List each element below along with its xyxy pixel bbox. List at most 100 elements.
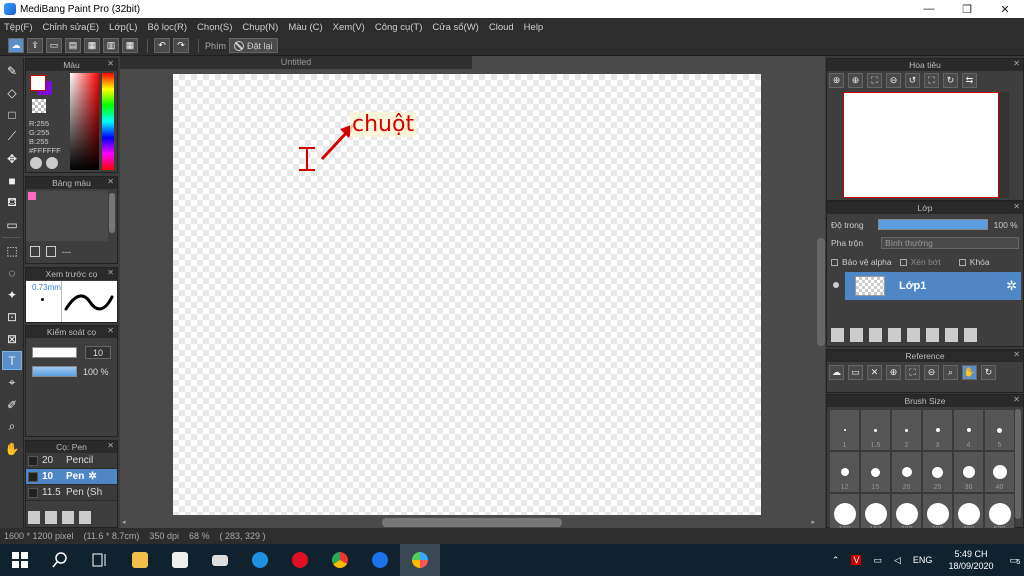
brush-item-pencil[interactable]: 20 Pencil bbox=[26, 453, 117, 469]
panel-close-icon[interactable]: ✕ bbox=[107, 177, 114, 186]
text-tool-icon[interactable]: T bbox=[2, 351, 22, 370]
brush-opacity-slider[interactable] bbox=[32, 366, 77, 377]
select-rect-tool-icon[interactable]: ⬚ bbox=[2, 241, 22, 260]
panel-close-icon[interactable]: ✕ bbox=[107, 268, 114, 277]
panel-close-icon[interactable]: ✕ bbox=[107, 326, 114, 335]
brush-size-cell[interactable]: 25 bbox=[922, 451, 953, 493]
brush-item-pen-shape[interactable]: 11.5 Pen (Sh bbox=[26, 485, 117, 501]
volume-icon[interactable]: ◁ bbox=[894, 555, 901, 566]
eyedropper-icon[interactable]: ⌕ bbox=[943, 365, 958, 380]
panel-close-icon[interactable]: ✕ bbox=[107, 441, 114, 450]
document-icon[interactable]: ▦ bbox=[84, 38, 100, 53]
scroll-left-icon[interactable]: ◂ bbox=[122, 518, 126, 526]
brush-size-slider[interactable] bbox=[32, 347, 77, 358]
menu-snap[interactable]: Chụp(N) bbox=[242, 22, 278, 33]
menu-help[interactable]: Help bbox=[524, 22, 544, 33]
mail-icon[interactable] bbox=[200, 544, 240, 576]
file-explorer-icon[interactable] bbox=[120, 544, 160, 576]
zalo-icon[interactable] bbox=[360, 544, 400, 576]
menu-layer[interactable]: Lớp(L) bbox=[109, 22, 137, 33]
brush-size-cell[interactable]: 15 bbox=[860, 451, 891, 493]
layer-item[interactable]: Lớp1 ✲ bbox=[845, 272, 1021, 300]
opera-icon[interactable] bbox=[280, 544, 320, 576]
brush-size-cell[interactable]: 3 bbox=[922, 409, 953, 451]
lasso-tool-icon[interactable]: ◌ bbox=[2, 263, 22, 282]
rotate-icon[interactable]: ↻ bbox=[981, 365, 996, 380]
hue-slider[interactable] bbox=[102, 73, 114, 170]
redo-icon[interactable]: ↷ bbox=[173, 38, 189, 53]
brush-size-cell[interactable]: 5 bbox=[984, 409, 1015, 451]
brush-size-value[interactable]: 10 bbox=[85, 346, 111, 359]
antivirus-icon[interactable]: V bbox=[851, 555, 862, 565]
cloud-icon[interactable]: ☁ bbox=[8, 38, 24, 53]
new-8bit-layer-icon[interactable] bbox=[869, 328, 882, 342]
comment-icon[interactable]: ▭ bbox=[46, 38, 62, 53]
menu-file[interactable]: Tệp(F) bbox=[4, 22, 33, 33]
language-indicator[interactable]: ENG bbox=[913, 555, 933, 565]
brush-settings-icon[interactable] bbox=[79, 511, 91, 524]
panel-close-icon[interactable]: ✕ bbox=[1013, 59, 1020, 68]
palette-color-swatch[interactable] bbox=[28, 192, 36, 200]
rotate-left-icon[interactable]: ↺ bbox=[905, 73, 920, 88]
panel-close-icon[interactable]: ✕ bbox=[1013, 350, 1020, 359]
panel-close-icon[interactable]: ✕ bbox=[107, 59, 114, 68]
message-icon[interactable]: ▤ bbox=[65, 38, 81, 53]
foreground-color-swatch[interactable] bbox=[30, 75, 46, 91]
new-layer-icon[interactable] bbox=[831, 328, 844, 342]
edge-icon[interactable] bbox=[240, 544, 280, 576]
brush-tool-icon[interactable]: ✎ bbox=[2, 61, 22, 80]
brush-size-cell[interactable]: 20 bbox=[891, 451, 922, 493]
chevron-up-icon[interactable]: ⌃ bbox=[832, 555, 840, 566]
hand-icon[interactable]: ✋ bbox=[962, 365, 977, 380]
add-palette-icon[interactable] bbox=[30, 246, 40, 257]
fill-rect-tool-icon[interactable]: ■ bbox=[2, 171, 22, 190]
page-icon[interactable]: ▥ bbox=[103, 38, 119, 53]
brush-size-cell[interactable]: 1 bbox=[829, 409, 860, 451]
menu-color[interactable]: Màu (C) bbox=[288, 22, 322, 33]
brush-size-cell[interactable]: 12 bbox=[829, 451, 860, 493]
brush-menu-icon[interactable] bbox=[62, 511, 74, 524]
delete-palette-icon[interactable] bbox=[46, 246, 56, 257]
gradient-tool-icon[interactable]: ▭ bbox=[2, 215, 22, 234]
chrome-icon[interactable] bbox=[320, 544, 360, 576]
gear-icon[interactable]: ✲ bbox=[1006, 278, 1017, 294]
lock-checkbox[interactable] bbox=[958, 258, 966, 266]
menu-window[interactable]: Cửa sổ(W) bbox=[432, 22, 478, 33]
brush-item-pen[interactable]: 10 Pen ✲ bbox=[26, 469, 117, 485]
navigator-preview[interactable] bbox=[843, 92, 999, 198]
add-layer-menu-icon[interactable] bbox=[888, 328, 901, 342]
search-icon[interactable] bbox=[40, 544, 80, 576]
merge-down-icon[interactable] bbox=[945, 328, 958, 342]
medibang-taskbar-icon[interactable] bbox=[400, 544, 440, 576]
cloud-upload-icon[interactable]: ☁ bbox=[829, 365, 844, 380]
hand-tool-icon[interactable]: ✋ bbox=[2, 439, 22, 458]
palette-scrollbar[interactable] bbox=[109, 193, 115, 233]
menu-tools[interactable]: Công cụ(T) bbox=[375, 22, 423, 33]
brush-size-cell[interactable]: 40 bbox=[984, 451, 1015, 493]
fit-screen-icon[interactable]: ⛶ bbox=[905, 365, 920, 380]
rotate-right-icon[interactable]: ↻ bbox=[943, 73, 958, 88]
rectangle-tool-icon[interactable]: □ bbox=[2, 105, 22, 124]
operation-tool-icon[interactable]: ⌖ bbox=[2, 373, 22, 392]
blend-mode-select[interactable]: Bình thường bbox=[881, 237, 1020, 249]
canvas-vertical-scrollbar[interactable] bbox=[817, 238, 825, 346]
saturation-value-picker[interactable] bbox=[70, 73, 99, 170]
network-icon[interactable]: ▭ bbox=[873, 555, 882, 566]
canvas-horizontal-scrollbar[interactable] bbox=[382, 518, 562, 527]
brush-size-scrollbar[interactable] bbox=[1015, 409, 1021, 519]
bucket-tool-icon[interactable]: ⛾ bbox=[2, 193, 22, 212]
clipping-checkbox[interactable] bbox=[899, 258, 907, 266]
menu-select[interactable]: Chọn(S) bbox=[197, 22, 232, 33]
grid-icon[interactable]: ▦ bbox=[122, 38, 138, 53]
share-icon[interactable]: ⇪ bbox=[27, 38, 43, 53]
reset-button[interactable]: Đặt lại bbox=[229, 38, 278, 53]
restore-button[interactable]: ❐ bbox=[948, 0, 986, 18]
store-icon[interactable] bbox=[160, 544, 200, 576]
brush-checkbox[interactable] bbox=[28, 455, 38, 466]
menu-view[interactable]: Xem(V) bbox=[333, 22, 365, 33]
layer-visibility-icon[interactable] bbox=[833, 282, 839, 288]
brush-size-cell[interactable]: 1.5 bbox=[860, 409, 891, 451]
panel-close-icon[interactable]: ✕ bbox=[1013, 395, 1020, 404]
add-brush-icon[interactable] bbox=[45, 511, 57, 524]
brush-size-cell[interactable]: 2 bbox=[891, 409, 922, 451]
